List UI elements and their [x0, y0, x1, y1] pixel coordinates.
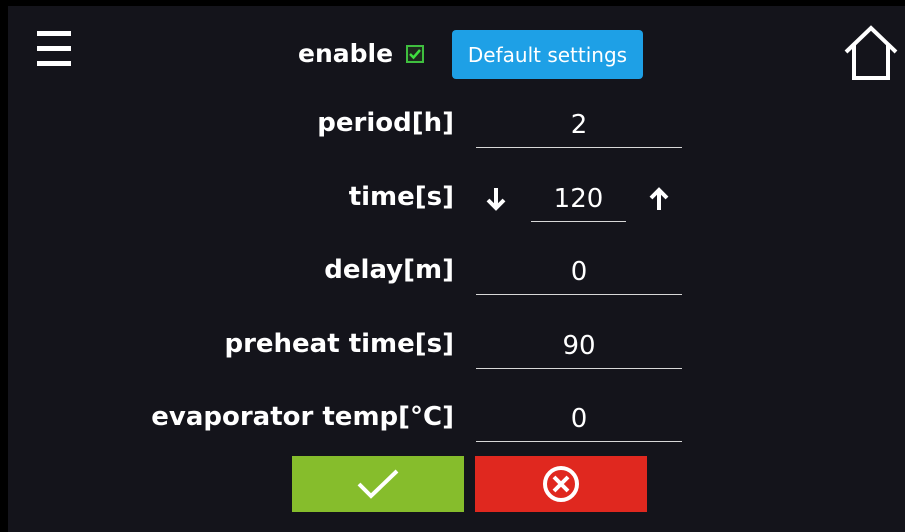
time-input[interactable]: 120: [531, 177, 626, 222]
hamburger-menu-icon[interactable]: [31, 29, 75, 69]
period-label: period[h]: [317, 108, 454, 138]
home-icon[interactable]: [840, 22, 902, 84]
delay-input[interactable]: 0: [476, 250, 682, 295]
cancel-button[interactable]: [475, 456, 647, 512]
check-icon: [409, 49, 421, 60]
preheat-time-input[interactable]: 90: [476, 324, 682, 369]
time-decrease-arrow-icon[interactable]: [485, 186, 507, 212]
preheat-time-label: preheat time[s]: [224, 329, 454, 359]
confirm-button[interactable]: [292, 456, 464, 512]
default-settings-button[interactable]: Default settings: [452, 30, 643, 79]
time-increase-arrow-icon[interactable]: [648, 186, 670, 212]
evaporator-temp-input[interactable]: 0: [476, 397, 682, 442]
circle-x-icon: [543, 466, 579, 502]
time-label: time[s]: [348, 182, 454, 212]
delay-label: delay[m]: [324, 255, 454, 285]
period-input[interactable]: 2: [476, 103, 682, 148]
checkmark-icon: [357, 469, 399, 499]
evaporator-temp-label: evaporator temp[°C]: [151, 402, 454, 432]
enable-checkbox[interactable]: [406, 45, 424, 63]
screen: enable Default settings period[h] 2 time…: [8, 6, 905, 532]
enable-label: enable: [298, 39, 394, 68]
